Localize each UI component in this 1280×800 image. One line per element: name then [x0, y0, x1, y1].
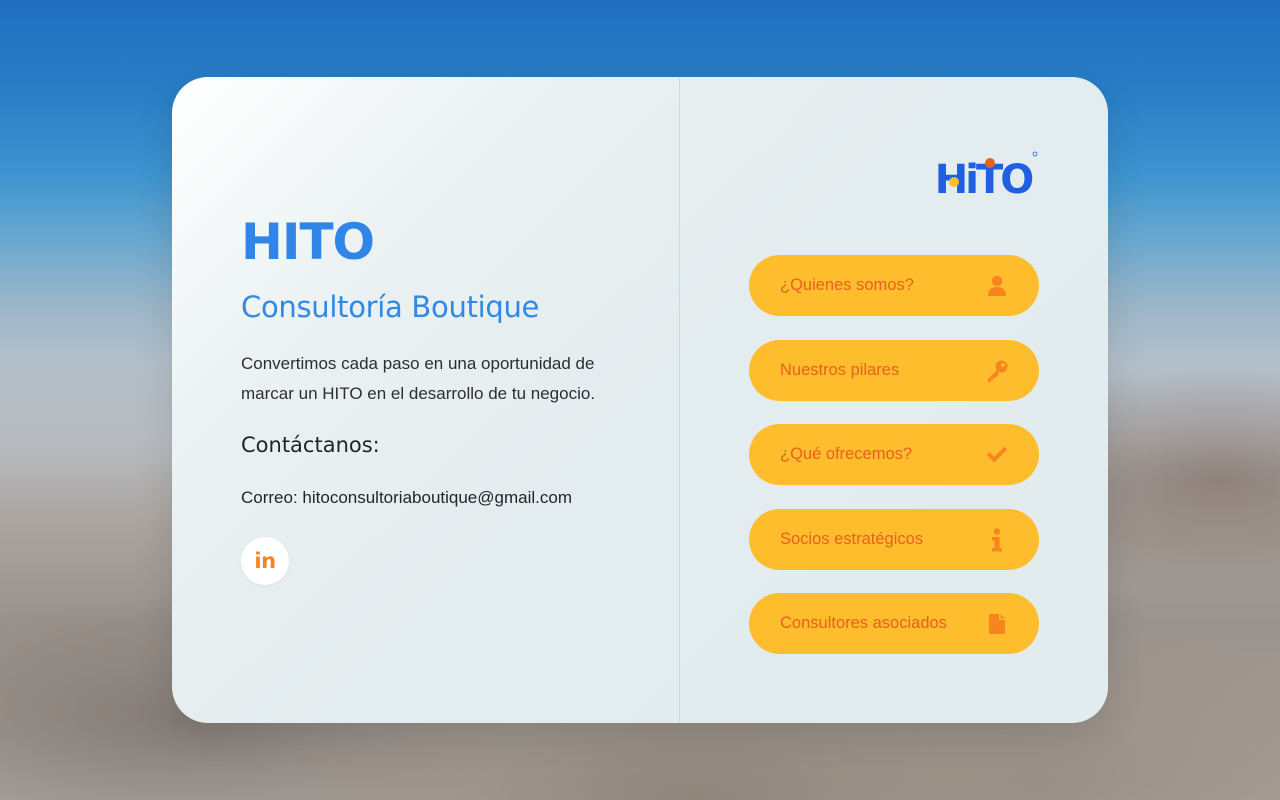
contact-heading: Contáctanos: — [241, 433, 380, 457]
menu-item-label: ¿Quienes somos? — [780, 276, 914, 294]
menu-item-label: Socios estratégicos — [780, 530, 924, 548]
menu-item-label: Consultores asociados — [780, 614, 947, 632]
logo-text: HiTO — [935, 157, 1032, 201]
page-subtitle: Consultoría Boutique — [241, 290, 540, 324]
linkedin-button[interactable]: in — [241, 537, 289, 585]
menu-item-que-ofrecemos[interactable]: ¿Qué ofrecemos? — [749, 424, 1039, 485]
linkedin-icon: in — [254, 548, 276, 573]
main-card: HITO Consultoría Boutique Convertimos ca… — [172, 77, 1108, 723]
menu-item-consultores-asociados[interactable]: Consultores asociados — [749, 593, 1039, 654]
card-divider — [679, 77, 680, 723]
menu-item-label: Nuestros pilares — [780, 361, 900, 379]
file-icon — [985, 612, 1009, 636]
page-title: HITO — [241, 213, 375, 271]
hito-logo: HiTO — [935, 151, 1038, 201]
user-icon — [985, 274, 1009, 298]
contact-email[interactable]: Correo: hitoconsultoriaboutique@gmail.co… — [241, 488, 572, 508]
menu-item-quienes-somos[interactable]: ¿Quienes somos? — [749, 255, 1039, 316]
menu-item-label: ¿Qué ofrecemos? — [780, 445, 913, 463]
menu-item-socios-estrategicos[interactable]: Socios estratégicos — [749, 509, 1039, 570]
tagline: Convertimos cada paso en una oportunidad… — [241, 354, 596, 403]
check-icon — [985, 443, 1009, 467]
menu-item-nuestros-pilares[interactable]: Nuestros pilares — [749, 340, 1039, 401]
info-icon — [985, 527, 1009, 552]
key-icon — [985, 359, 1009, 383]
